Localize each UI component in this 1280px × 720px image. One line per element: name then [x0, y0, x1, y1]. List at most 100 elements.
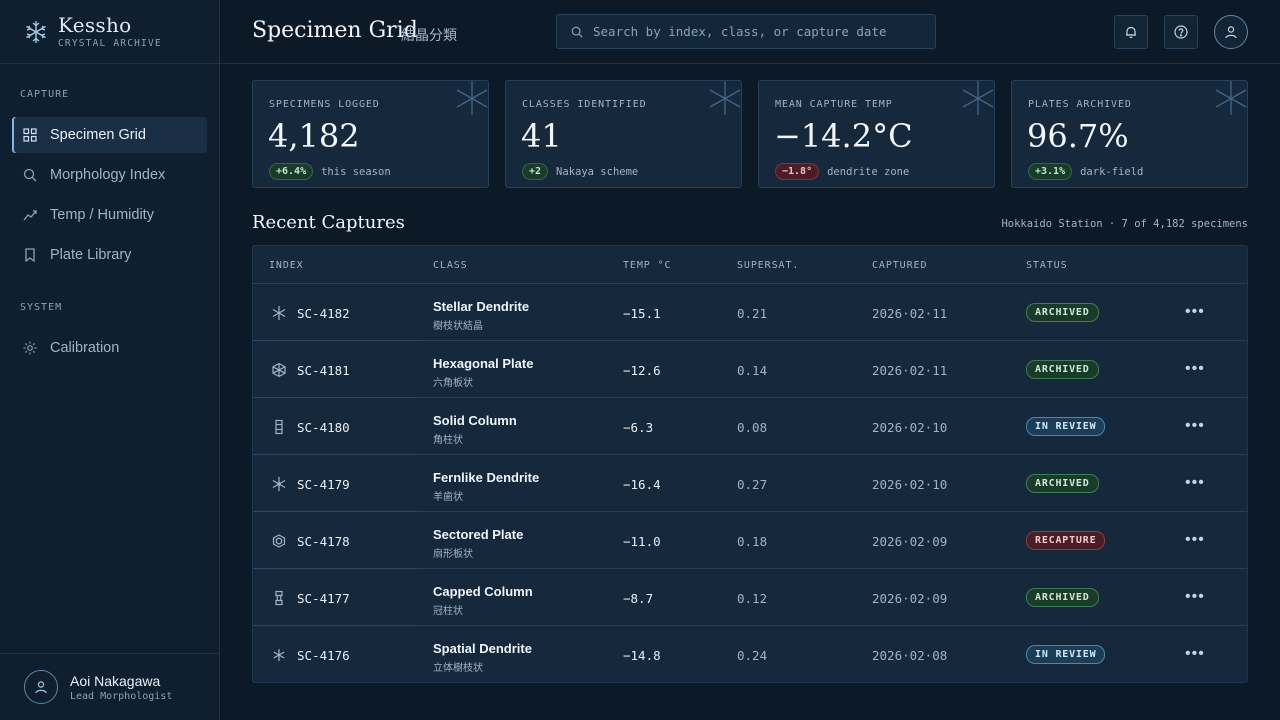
stat-note: dark-field: [1080, 165, 1144, 178]
cell-temp: −8.7: [623, 591, 654, 606]
captures-table: INDEX CLASS TEMP °C SUPERSAT. CAPTURED S…: [252, 245, 1248, 683]
row-more-button[interactable]: •••: [1185, 303, 1205, 321]
cell-class-jp: 冠柱状: [433, 606, 463, 617]
sectored-icon: [271, 533, 287, 549]
cell-captured: 2026·02·10: [872, 477, 948, 492]
row-more-button[interactable]: •••: [1185, 474, 1205, 492]
row-more-button[interactable]: •••: [1185, 645, 1205, 663]
table-row[interactable]: SC-4178 Sectored Plate 扇形板状 −11.0 0.18 2…: [253, 512, 1247, 569]
cell-supersat: 0.21: [737, 306, 768, 321]
nav-section-system: SYSTEM: [20, 302, 63, 313]
capped-column-icon: [271, 590, 287, 606]
snowflake-logo-icon: [26, 20, 46, 43]
cell-index[interactable]: SC-4180: [297, 420, 350, 435]
help-button[interactable]: [1164, 15, 1198, 49]
cell-temp: −11.0: [623, 534, 661, 549]
top-header: Specimen Grid 結晶分類: [220, 0, 1280, 64]
row-more-button[interactable]: •••: [1185, 588, 1205, 606]
sidebar-item-morphology-index[interactable]: Morphology Index: [12, 157, 207, 193]
stat-label: PLATES ARCHIVED: [1028, 99, 1132, 110]
cell-index[interactable]: SC-4177: [297, 591, 350, 606]
table-row[interactable]: SC-4180 Solid Column 角柱状 −6.3 0.08 2026·…: [253, 398, 1247, 455]
stat-value: 96.7%: [1027, 117, 1129, 155]
stat-card-specimens: SPECIMENS LOGGED 4,182 +6.4% this season: [252, 80, 489, 188]
table-row[interactable]: SC-4182 Stellar Dendrite 樹枝状結晶 −15.1 0.2…: [253, 284, 1247, 341]
cell-class: Stellar Dendrite: [433, 299, 530, 314]
cell-captured: 2026·02·11: [872, 363, 948, 378]
nav-section-capture: CAPTURE: [20, 89, 70, 100]
row-more-button[interactable]: •••: [1185, 417, 1205, 435]
user-icon: [35, 681, 47, 694]
cell-temp: −15.1: [623, 306, 661, 321]
cell-class-jp: 羊歯状: [433, 492, 463, 503]
hex-plate-icon: [271, 362, 287, 378]
search-icon: [22, 167, 38, 183]
stat-card-mean-temp: MEAN CAPTURE TEMP −14.2°C −1.8° dendrite…: [758, 80, 995, 188]
snowflake-decor-icon: [962, 81, 994, 115]
stat-value: 4,182: [268, 117, 360, 155]
column-header-captured[interactable]: CAPTURED: [872, 260, 927, 271]
cell-temp: −16.4: [623, 477, 661, 492]
cell-class: Fernlike Dendrite: [433, 470, 540, 485]
column-icon: [271, 419, 287, 435]
user-name: Aoi Nakagawa: [70, 672, 161, 689]
user-profile[interactable]: Aoi Nakagawa Lead Morphologist: [0, 653, 219, 720]
account-button[interactable]: [1214, 15, 1248, 49]
column-header-class[interactable]: CLASS: [433, 260, 468, 271]
cell-class: Solid Column: [433, 413, 517, 428]
sidebar-item-temp-humidity[interactable]: Temp / Humidity: [12, 197, 207, 233]
section-title: Recent Captures: [252, 212, 405, 233]
cell-supersat: 0.08: [737, 420, 768, 435]
cell-index[interactable]: SC-4176: [297, 648, 350, 663]
snowflake-decor-icon: [709, 81, 741, 115]
stat-label: MEAN CAPTURE TEMP: [775, 99, 893, 110]
brand-name: Kessho: [58, 12, 132, 37]
status-badge: ARCHIVED: [1026, 588, 1099, 607]
brand[interactable]: Kessho CRYSTAL ARCHIVE: [0, 0, 219, 64]
table-row[interactable]: SC-4179 Fernlike Dendrite 羊歯状 −16.4 0.27…: [253, 455, 1247, 512]
status-badge: IN REVIEW: [1026, 417, 1106, 436]
user-avatar: [24, 670, 58, 704]
cell-index[interactable]: SC-4178: [297, 534, 350, 549]
help-icon: [1174, 25, 1188, 39]
column-header-index[interactable]: INDEX: [269, 260, 304, 271]
status-badge: ARCHIVED: [1026, 360, 1099, 379]
cell-temp: −6.3: [623, 420, 654, 435]
notifications-button[interactable]: [1114, 15, 1148, 49]
table-row[interactable]: SC-4176 Spatial Dendrite 立体樹枝状 −14.8 0.2…: [253, 626, 1247, 682]
row-more-button[interactable]: •••: [1185, 360, 1205, 378]
column-header-supersat[interactable]: SUPERSAT.: [737, 260, 799, 271]
cell-class-jp: 樹枝状結晶: [433, 321, 483, 332]
sidebar-item-specimen-grid[interactable]: Specimen Grid: [12, 117, 207, 153]
cell-index[interactable]: SC-4182: [297, 306, 350, 321]
table-row[interactable]: SC-4177 Capped Column 冠柱状 −8.7 0.12 2026…: [253, 569, 1247, 626]
search-icon: [571, 26, 583, 38]
section-meta: Hokkaido Station · 7 of 4,182 specimens: [1001, 218, 1248, 230]
search-bar[interactable]: [556, 14, 936, 49]
column-header-temp[interactable]: TEMP °C: [623, 260, 671, 271]
cell-class: Hexagonal Plate: [433, 356, 534, 371]
stat-label: SPECIMENS LOGGED: [269, 99, 380, 110]
brand-subtitle: CRYSTAL ARCHIVE: [58, 37, 162, 49]
page-title-jp: 結晶分類: [401, 27, 457, 43]
sidebar-item-calibration[interactable]: Calibration: [12, 330, 207, 366]
cell-index[interactable]: SC-4179: [297, 477, 350, 492]
search-input[interactable]: [593, 24, 923, 39]
stat-note: Nakaya scheme: [556, 165, 639, 178]
cell-index[interactable]: SC-4181: [297, 363, 350, 378]
trend-icon: [22, 207, 38, 223]
table-row[interactable]: SC-4181 Hexagonal Plate 六角板状 −12.6 0.14 …: [253, 341, 1247, 398]
cell-supersat: 0.24: [737, 648, 768, 663]
sun-gear-icon: [22, 340, 38, 356]
column-header-status[interactable]: STATUS: [1026, 260, 1068, 271]
row-more-button[interactable]: •••: [1185, 531, 1205, 549]
sidebar-item-plate-library[interactable]: Plate Library: [12, 237, 207, 273]
sidebar: Kessho CRYSTAL ARCHIVE CAPTURE Specimen …: [0, 0, 220, 720]
sidebar-item-label: Plate Library: [50, 247, 132, 263]
status-badge: RECAPTURE: [1026, 531, 1106, 550]
stat-delta-badge: +6.4%: [269, 163, 314, 180]
cell-captured: 2026·02·11: [872, 306, 948, 321]
cell-supersat: 0.27: [737, 477, 768, 492]
cell-captured: 2026·02·09: [872, 591, 948, 606]
stat-label: CLASSES IDENTIFIED: [522, 99, 647, 110]
